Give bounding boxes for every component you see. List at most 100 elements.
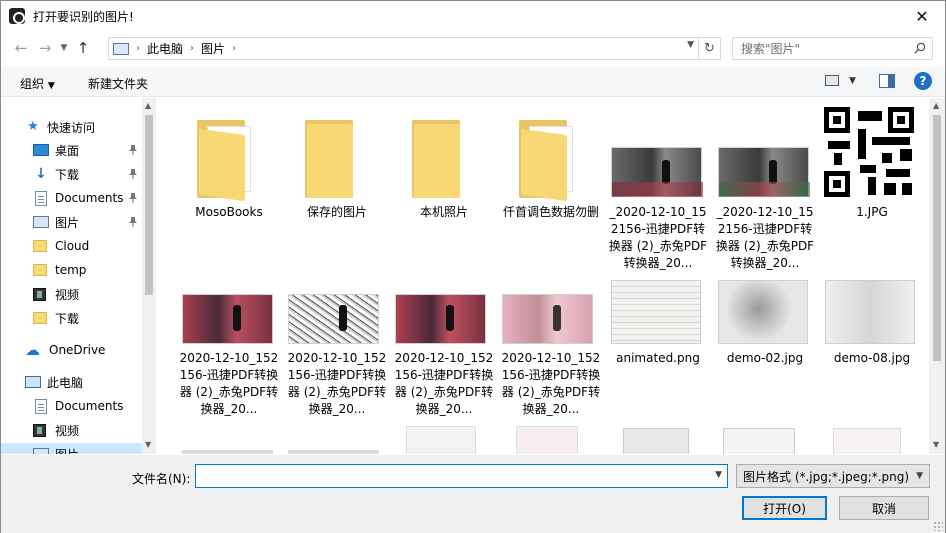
file-name: _2020-12-10_152156-迅捷PDF转换器 (2)_赤兔PDF转换器… <box>715 205 815 270</box>
partial-thumbnail[interactable] <box>288 450 379 454</box>
help-icon[interactable]: ? <box>914 72 932 90</box>
back-arrow-icon[interactable]: ← <box>9 36 33 60</box>
scroll-up-icon[interactable]: ▲ <box>145 101 151 110</box>
nav-item-documents[interactable]: Documents <box>33 187 156 209</box>
filename-combobox[interactable]: ▼ <box>195 464 728 488</box>
pin-icon[interactable] <box>129 193 137 203</box>
resize-grip-icon[interactable] <box>933 521 943 531</box>
organize-button[interactable]: 组织 ▼ <box>20 75 55 92</box>
navigation-pane: ★ 快速访问 桌面 ↓ 下载 Documents 图片 Cloud temp 视… <box>1 98 156 454</box>
pin-icon[interactable] <box>129 217 137 227</box>
pin-icon[interactable] <box>129 145 137 155</box>
partial-thumbnail[interactable] <box>723 428 795 454</box>
chevron-right-icon[interactable]: › <box>136 43 140 54</box>
star-icon: ★ <box>27 119 39 134</box>
breadcrumb-this-pc[interactable]: 此电脑 <box>147 40 183 57</box>
video-icon <box>33 423 46 437</box>
preview-pane-icon[interactable] <box>879 74 895 88</box>
file-type-select[interactable]: 图片格式 (*.jpg;*.jpeg;*.png) ▼ <box>736 464 930 488</box>
nav-label: 桌面 <box>55 143 80 158</box>
search-icon[interactable] <box>914 42 926 54</box>
refresh-icon[interactable]: ↻ <box>698 38 720 59</box>
nav-scrollbar[interactable]: ▲ ▼ <box>142 98 156 454</box>
partial-thumbnail[interactable] <box>406 426 476 454</box>
breadcrumb-pictures[interactable]: 图片 <box>201 40 225 57</box>
nav-item-desktop[interactable]: 桌面 <box>33 139 156 161</box>
file-name: _2020-12-10_152156-迅捷PDF转换器 (2)_赤兔PDF转换器… <box>608 205 708 270</box>
partial-thumbnail[interactable] <box>516 426 578 454</box>
scroll-down-icon[interactable]: ▼ <box>933 440 939 449</box>
nav-item-videos[interactable]: 视频 <box>33 283 156 305</box>
file-type-value: 图片格式 (*.jpg;*.jpeg;*.png) <box>743 469 910 484</box>
nav-item-pictures[interactable]: 图片 <box>33 211 156 233</box>
nav-this-pc[interactable]: 此电脑 <box>25 371 156 393</box>
image-thumbnail <box>611 147 703 197</box>
folder-icon <box>412 120 476 198</box>
open-button[interactable]: 打开(O) <box>742 496 827 520</box>
nav-label: Documents <box>55 399 124 413</box>
file-name: demo-08.jpg <box>833 351 911 365</box>
pictures-icon <box>33 216 49 228</box>
search-box[interactable] <box>732 37 933 60</box>
partial-thumbnail[interactable] <box>833 428 901 454</box>
folder-thumbnail <box>177 102 281 202</box>
new-folder-button[interactable]: 新建文件夹 <box>88 75 148 92</box>
nav-pc-documents[interactable]: Documents <box>33 395 156 417</box>
filename-label: 文件名(N): <box>132 472 191 486</box>
nav-pc-pictures[interactable]: 图片 <box>1 443 142 454</box>
chevron-down-icon[interactable]: ▼ <box>849 76 856 86</box>
recent-locations-chevron-icon[interactable]: ▼ <box>57 36 71 60</box>
scroll-up-icon[interactable]: ▲ <box>933 101 939 110</box>
document-icon <box>35 190 47 206</box>
partial-thumbnail[interactable] <box>623 428 689 454</box>
nav-scrollbar-thumb[interactable] <box>145 115 153 295</box>
image-thumbnail <box>825 280 915 344</box>
file-name: 2020-12-10_152156-迅捷PDF转换器 (2)_赤兔PDF转换器_… <box>179 351 279 416</box>
close-icon[interactable]: ✕ <box>899 1 945 31</box>
forward-arrow-icon[interactable]: → <box>33 36 57 60</box>
image-thumbnail <box>288 294 379 344</box>
scroll-down-icon[interactable]: ▼ <box>145 440 151 449</box>
nav-item-cloud[interactable]: Cloud <box>33 235 156 257</box>
filename-input[interactable] <box>200 465 705 487</box>
files-scrollbar[interactable]: ▲ ▼ <box>929 98 945 454</box>
download-icon: ↓ <box>35 166 47 182</box>
files-scrollbar-thumb[interactable] <box>933 115 941 361</box>
window-title: 打开要识别的图片! <box>33 9 134 24</box>
pin-icon[interactable] <box>129 169 137 179</box>
view-mode-icon[interactable] <box>825 75 839 86</box>
nav-item-temp[interactable]: temp <box>33 259 156 281</box>
computer-icon <box>25 376 41 388</box>
nav-label: 图片 <box>55 446 79 455</box>
nav-label: OneDrive <box>49 343 106 357</box>
organize-label: 组织 <box>20 77 45 91</box>
cancel-button[interactable]: 取消 <box>839 496 929 520</box>
image-thumbnail <box>502 294 593 344</box>
pictures-icon <box>33 448 49 454</box>
file-name: 保存的图片 <box>306 205 367 219</box>
partial-thumbnail[interactable] <box>182 450 273 454</box>
search-input[interactable] <box>741 41 911 56</box>
nav-item-downloads-folder[interactable]: 下载 <box>33 307 156 329</box>
document-icon <box>35 398 47 414</box>
image-thumbnail <box>395 294 486 344</box>
address-bar[interactable]: › 此电脑 › 图片 › ▼ ↻ <box>108 37 721 60</box>
nav-item-downloads[interactable]: ↓ 下载 <box>33 163 156 185</box>
image-thumbnail <box>182 294 273 344</box>
file-open-dialog: 打开要识别的图片! ✕ ← → ▼ ↑ › 此电脑 › 图片 › ▼ ↻ 组织 … <box>0 0 946 533</box>
chevron-down-icon[interactable]: ▼ <box>715 470 722 480</box>
chevron-down-icon[interactable]: ▼ <box>687 40 694 50</box>
nav-label: 快速访问 <box>47 120 96 135</box>
nav-label: 图片 <box>55 215 80 230</box>
nav-quick-access[interactable]: ★ 快速访问 <box>25 116 156 138</box>
file-name: demo-02.jpg <box>726 351 804 365</box>
title-bar: 打开要识别的图片! ✕ <box>1 1 945 31</box>
folder-thumbnail <box>499 102 603 202</box>
nav-onedrive[interactable]: ☁ OneDrive <box>25 339 156 361</box>
chevron-right-icon[interactable]: › <box>190 43 194 54</box>
chevron-right-icon[interactable]: › <box>232 43 236 54</box>
up-arrow-icon[interactable]: ↑ <box>71 36 95 60</box>
file-name: 1.JPG <box>856 205 888 219</box>
file-name: 仟首调色数据勿删 <box>502 205 599 219</box>
nav-pc-videos[interactable]: 视频 <box>33 419 156 441</box>
